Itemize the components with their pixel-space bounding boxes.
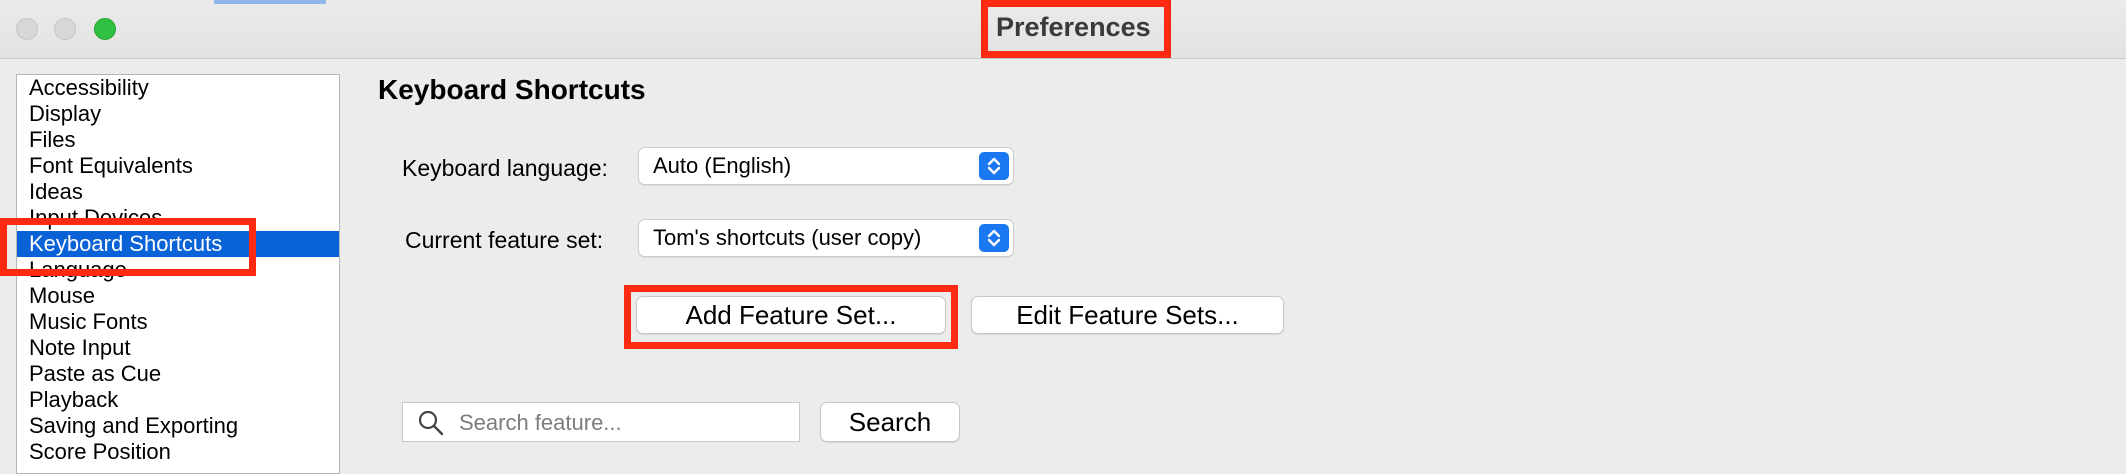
keyboard-language-value: Auto (English) — [653, 153, 792, 178]
sidebar-item-language[interactable]: Language — [17, 257, 339, 283]
title-bar: Preferences — [0, 0, 2126, 59]
edit-feature-sets-button[interactable]: Edit Feature Sets... — [971, 296, 1284, 334]
sidebar-item-playback[interactable]: Playback — [17, 387, 339, 413]
keyboard-language-select[interactable]: Auto (English) — [638, 147, 1014, 185]
sidebar-item-ideas[interactable]: Ideas — [17, 179, 339, 205]
search-input[interactable] — [457, 405, 791, 441]
preferences-sidebar[interactable]: Accessibility Display Files Font Equivalent… — [16, 74, 340, 474]
feature-set-value: Tom's shortcuts (user copy) — [653, 225, 922, 250]
chevron-updown-icon — [979, 224, 1009, 252]
feature-set-label: Current feature set: — [405, 227, 604, 253]
sidebar-item-font-equivalents[interactable]: Font Equivalents — [17, 153, 339, 179]
page-title: Keyboard Shortcuts — [378, 74, 646, 105]
sidebar-item-music-fonts[interactable]: Music Fonts — [17, 309, 339, 335]
sidebar-item-keyboard-shortcuts[interactable]: Keyboard Shortcuts — [17, 231, 339, 257]
sidebar-item-display[interactable]: Display — [17, 101, 339, 127]
sidebar-item-input-devices[interactable]: Input Devices — [17, 205, 339, 231]
feature-set-select[interactable]: Tom's shortcuts (user copy) — [638, 219, 1014, 257]
chevron-updown-icon — [979, 152, 1009, 180]
search-icon — [417, 409, 445, 442]
window-title: Preferences — [996, 12, 1151, 42]
sidebar-item-note-input[interactable]: Note Input — [17, 335, 339, 361]
search-field[interactable] — [402, 402, 800, 442]
title-bar-strip — [214, 0, 326, 4]
close-button[interactable] — [16, 18, 38, 40]
sidebar-item-files[interactable]: Files — [17, 127, 339, 153]
search-button[interactable]: Search — [820, 402, 960, 442]
sidebar-item-saving-and-exporting[interactable]: Saving and Exporting — [17, 413, 339, 439]
sidebar-item-paste-as-cue[interactable]: Paste as Cue — [17, 361, 339, 387]
sidebar-item-score-position[interactable]: Score Position — [17, 439, 339, 465]
sidebar-list: Accessibility Display Files Font Equivalent… — [17, 75, 339, 465]
sidebar-item-mouse[interactable]: Mouse — [17, 283, 339, 309]
add-feature-set-button[interactable]: Add Feature Set... — [636, 296, 946, 334]
keyboard-language-label: Keyboard language: — [402, 155, 608, 181]
minimize-button[interactable] — [54, 18, 76, 40]
sidebar-item-accessibility[interactable]: Accessibility — [17, 75, 339, 101]
zoom-button[interactable] — [94, 18, 116, 40]
